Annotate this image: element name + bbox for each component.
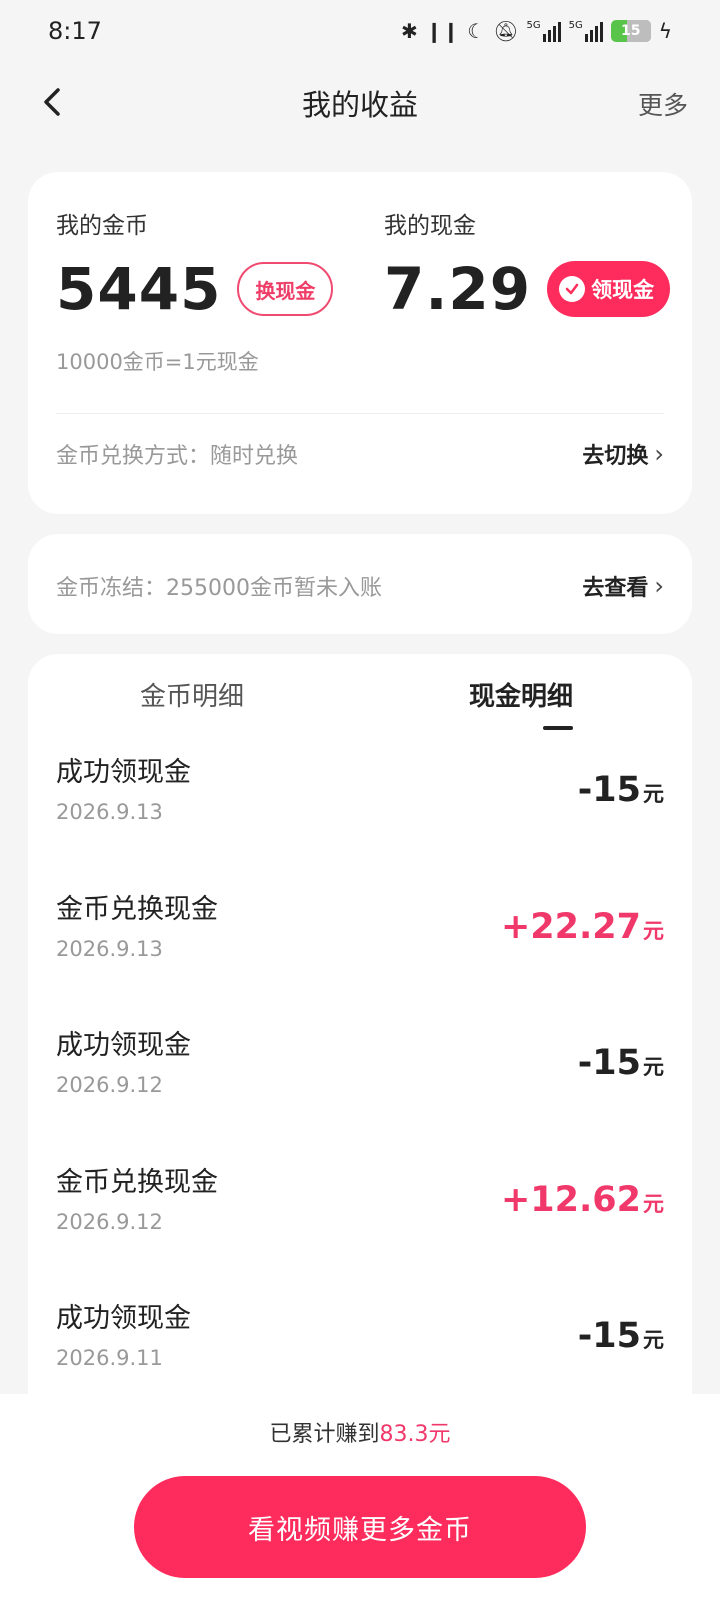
transaction-date: 2026.9.13 — [56, 800, 163, 824]
wechat-icon — [559, 276, 586, 302]
nav-bar: 我的收益 更多 — [0, 62, 720, 144]
switch-label: 去切换 — [582, 444, 649, 469]
cash-balance: 我的现金 7.29 领现金 — [384, 206, 671, 323]
chevron-right-icon: › — [654, 572, 664, 600]
transaction-amount: -15 元 — [578, 1043, 664, 1083]
transaction-amount: +22.27 元 — [501, 907, 664, 947]
amount-value: +22.27 — [500, 907, 641, 947]
transaction-title: 成功领现金 — [56, 1303, 191, 1334]
exchange-rate: 10000金币=1元现金 — [56, 350, 259, 374]
transaction-row: 成功领现金 2026.9.12 -15 元 — [56, 1023, 664, 1161]
transaction-title: 成功领现金 — [56, 1030, 191, 1061]
battery-level: 15 — [621, 23, 641, 39]
signal-icon: 5G — [527, 20, 561, 42]
signal-icon-2: 5G — [569, 20, 603, 42]
cash-label: 我的现金 — [384, 213, 476, 239]
amount-value: +12.62 — [500, 1180, 641, 1220]
switch-button[interactable]: 去切换 › — [582, 438, 664, 470]
frozen-row: 金币冻结：255000金币暂未入账 去查看 › — [56, 570, 664, 602]
exchange-method-row: 金币兑换方式：随时兑换 去切换 › — [56, 438, 664, 470]
chevron-right-icon: › — [654, 440, 664, 468]
coin-label: 我的金币 — [56, 213, 148, 239]
transaction-amount: -15 元 — [578, 1316, 664, 1356]
total-earned: 已累计赚到83.3元 — [0, 1416, 720, 1448]
page-title: 我的收益 — [301, 88, 418, 122]
transaction-date: 2026.9.12 — [56, 1210, 163, 1234]
watch-video-button[interactable]: 看视频赚更多金币 — [134, 1476, 586, 1578]
frozen-coins-card: 金币冻结：255000金币暂未入账 去查看 › — [28, 534, 692, 634]
transactions-card: 金币明细 现金明细 成功领现金 2026.9.13 -15 元 金币兑换现金 2… — [28, 654, 692, 1394]
status-icons: ✱ ❙❙ ☾ 🔕︎ 5G 5G 15 ϟ — [401, 19, 672, 43]
coin-balance: 我的金币 5445 换现金 — [56, 206, 334, 323]
amount-unit: 元 — [643, 1328, 664, 1352]
battery-icon: 15 — [610, 20, 651, 42]
more-button[interactable]: 更多 — [638, 86, 688, 122]
amount-unit: 元 — [643, 1192, 664, 1216]
transaction-date: 2026.9.11 — [56, 1346, 163, 1370]
earbuds-icon: ❙❙ — [425, 19, 460, 43]
withdraw-label: 领现金 — [591, 278, 655, 302]
bottom-panel: 已累计赚到83.3元 看视频赚更多金币 — [0, 1394, 720, 1600]
transaction-row: 成功领现金 2026.9.13 -15 元 — [56, 750, 664, 888]
amount-unit: 元 — [643, 782, 664, 806]
signal-label: 5G — [526, 20, 541, 31]
transaction-title: 成功领现金 — [56, 757, 191, 788]
withdraw-cash-button[interactable]: 领现金 — [547, 261, 671, 317]
transaction-date: 2026.9.12 — [56, 1073, 163, 1097]
transaction-row: 成功领现金 2026.9.11 -15 元 — [56, 1296, 664, 1394]
amount-value: -15 — [577, 1043, 641, 1083]
amount-unit: 元 — [643, 919, 664, 943]
mute-icon: 🔕︎ — [493, 19, 519, 43]
earned-prefix: 已累计赚到 — [269, 1422, 380, 1447]
detail-tabs: 金币明细 现金明细 — [28, 654, 692, 738]
charging-icon: ϟ — [658, 19, 672, 43]
transaction-row: 金币兑换现金 2026.9.13 +22.27 元 — [56, 887, 664, 1025]
amount-value: -15 — [577, 1316, 641, 1356]
transaction-row: 金币兑换现金 2026.9.12 +12.62 元 — [56, 1160, 664, 1298]
amount-unit: 元 — [643, 1055, 664, 1079]
earned-amount: 83.3元 — [379, 1422, 451, 1447]
view-label: 去查看 — [582, 576, 649, 601]
amount-value: -15 — [577, 770, 641, 810]
frozen-text: 金币冻结：255000金币暂未入账 — [56, 576, 382, 601]
exchange-cash-button[interactable]: 换现金 — [237, 262, 334, 316]
back-arrow-icon[interactable] — [36, 84, 72, 120]
divider — [56, 413, 664, 414]
status-bar: 8:17 ✱ ❙❙ ☾ 🔕︎ 5G 5G 15 ϟ — [0, 0, 720, 62]
moon-icon: ☾ — [467, 19, 486, 43]
tab-indicator — [543, 726, 573, 730]
transaction-title: 金币兑换现金 — [56, 1167, 218, 1198]
transaction-amount: -15 元 — [578, 770, 664, 810]
coin-value: 5445 — [56, 255, 222, 323]
signal-label-2: 5G — [568, 20, 583, 31]
transaction-date: 2026.9.13 — [56, 937, 163, 961]
status-time: 8:17 — [48, 17, 102, 45]
view-frozen-button[interactable]: 去查看 › — [582, 570, 664, 602]
transaction-amount: +12.62 元 — [501, 1180, 664, 1220]
cash-value: 7.29 — [384, 255, 532, 323]
transaction-title: 金币兑换现金 — [56, 894, 218, 925]
exchange-method-text: 金币兑换方式：随时兑换 — [56, 444, 299, 469]
balance-card: 我的金币 5445 换现金 我的现金 7.29 领现金 10000金币=1元现金… — [28, 172, 692, 514]
bluetooth-icon: ✱ — [400, 19, 418, 43]
tab-coin-detail[interactable]: 金币明细 — [140, 676, 244, 713]
tab-cash-detail[interactable]: 现金明细 — [469, 676, 573, 713]
